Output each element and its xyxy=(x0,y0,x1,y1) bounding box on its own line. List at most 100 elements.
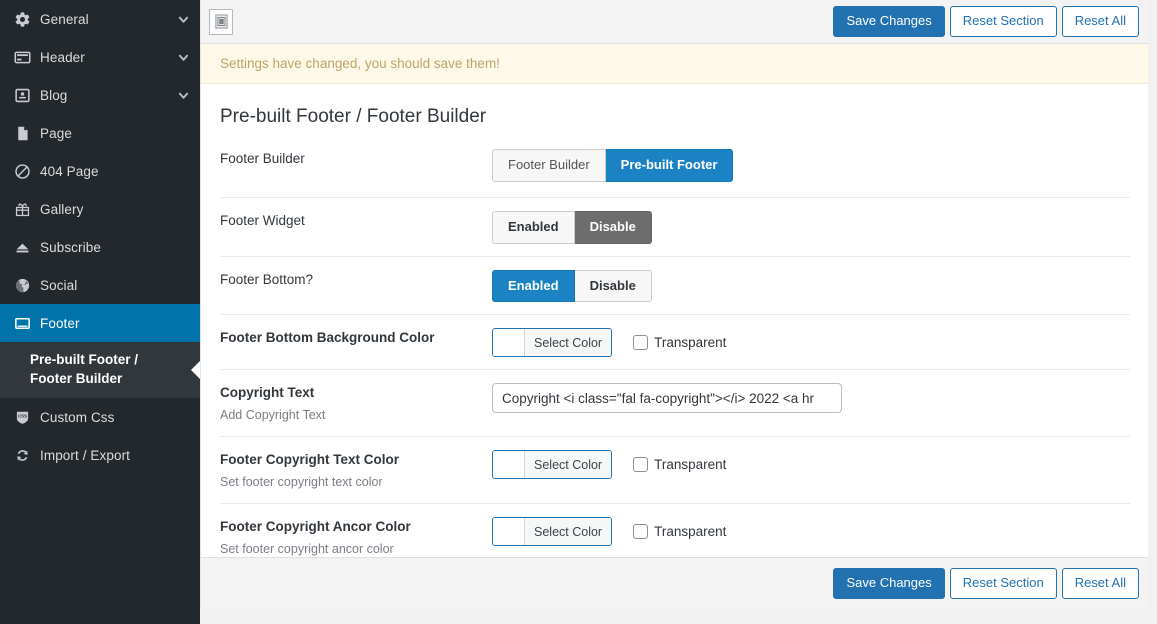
options-panel: Save Changes Reset Section Reset All Set… xyxy=(200,0,1148,609)
sidebar-item-import-export[interactable]: Import / Export xyxy=(0,436,200,474)
color-swatch xyxy=(493,329,525,356)
main-content: Save Changes Reset Section Reset All Set… xyxy=(200,0,1157,624)
sidebar-nav: General Header xyxy=(0,0,200,624)
field-title: Footer Copyright Text Color xyxy=(220,450,492,470)
field-title: Copyright Text xyxy=(220,383,492,403)
checkbox-icon[interactable] xyxy=(633,457,648,472)
chevron-down-icon xyxy=(176,14,190,25)
field-label-col: Footer Bottom Background Color xyxy=(220,326,492,348)
sidebar-item-label: Page xyxy=(40,126,176,141)
option-footer-builder[interactable]: Footer Builder xyxy=(492,149,606,182)
option-disable[interactable]: Disable xyxy=(575,211,652,244)
field-subtitle: Set footer copyright ancor color xyxy=(220,541,492,557)
chevron-down-icon xyxy=(176,90,190,101)
sidebar-item-custom-css[interactable]: CSS Custom Css xyxy=(0,398,200,436)
field-footer-bottom: Footer Bottom? Enabled Disable xyxy=(220,256,1130,315)
sidebar-item-general[interactable]: General xyxy=(0,0,200,38)
sidebar-item-social[interactable]: Social xyxy=(0,266,200,304)
sidebar-item-label: Footer xyxy=(40,316,176,331)
sidebar-item-footer[interactable]: Footer xyxy=(0,304,200,342)
color-picker-footer-copyright-ancor[interactable]: Select Color xyxy=(492,517,612,546)
sidebar-item-header[interactable]: Header xyxy=(0,38,200,76)
footer-icon xyxy=(14,315,40,332)
sync-icon xyxy=(14,447,40,464)
transparent-toggle-footer-copyright-ancor[interactable]: Transparent xyxy=(633,524,726,539)
color-picker-footer-bottom-background[interactable]: Select Color xyxy=(492,328,612,357)
transparent-label: Transparent xyxy=(654,524,726,539)
sidebar-item-label: 404 Page xyxy=(40,164,176,179)
chevron-down-icon xyxy=(176,52,190,63)
field-control-col: Select Color Transparent xyxy=(492,448,1130,479)
transparent-label: Transparent xyxy=(654,335,726,350)
sidebar-item-page[interactable]: Page xyxy=(0,114,200,152)
no-entry-icon xyxy=(14,163,40,180)
option-enabled[interactable]: Enabled xyxy=(492,270,575,303)
field-label-col: Footer Copyright Text Color Set footer c… xyxy=(220,448,492,491)
field-copyright-text: Copyright Text Add Copyright Text xyxy=(220,369,1130,436)
sidebar-item-404-page[interactable]: 404 Page xyxy=(0,152,200,190)
field-footer-copyright-ancor-color: Footer Copyright Ancor Color Set footer … xyxy=(220,503,1130,557)
field-title: Footer Builder xyxy=(220,149,492,169)
sidebar-item-label: Custom Css xyxy=(40,410,176,425)
sidebar-item-label: Social xyxy=(40,278,176,293)
page-icon xyxy=(14,125,40,142)
color-picker-footer-copyright-text[interactable]: Select Color xyxy=(492,450,612,479)
select-color-label: Select Color xyxy=(525,329,611,356)
reset-section-button-top[interactable]: Reset Section xyxy=(950,6,1057,37)
sidebar-subitem-prebuilt-footer-footer-builder[interactable]: Pre-built Footer / Footer Builder xyxy=(0,342,200,398)
field-label-col: Footer Copyright Ancor Color Set footer … xyxy=(220,515,492,557)
reset-all-button-bottom[interactable]: Reset All xyxy=(1062,568,1139,599)
field-subtitle: Set footer copyright text color xyxy=(220,474,492,492)
transparent-toggle-footer-bottom-background[interactable]: Transparent xyxy=(633,335,726,350)
copyright-text-input[interactable] xyxy=(492,383,842,413)
bottom-button-group: Save Changes Reset Section Reset All xyxy=(828,568,1139,599)
field-label-col: Footer Builder xyxy=(220,147,492,169)
option-prebuilt-footer[interactable]: Pre-built Footer xyxy=(606,149,734,182)
reset-section-button-bottom[interactable]: Reset Section xyxy=(950,568,1057,599)
field-subtitle: Add Copyright Text xyxy=(220,407,492,425)
top-button-group: Save Changes Reset Section Reset All xyxy=(828,6,1139,37)
sidebar-item-label: Import / Export xyxy=(40,448,176,463)
field-control-col: Footer Builder Pre-built Footer xyxy=(492,147,1130,182)
field-control-col: Select Color Transparent xyxy=(492,326,1130,357)
field-control-col: Enabled Disable xyxy=(492,268,1130,303)
header-icon xyxy=(14,49,40,66)
field-footer-copyright-text-color: Footer Copyright Text Color Set footer c… xyxy=(220,436,1130,503)
field-title: Footer Bottom Background Color xyxy=(220,328,492,348)
color-swatch xyxy=(493,518,525,545)
sidebar-item-blog[interactable]: Blog xyxy=(0,76,200,114)
transparent-toggle-footer-copyright-text[interactable]: Transparent xyxy=(633,457,726,472)
field-footer-bottom-background-color: Footer Bottom Background Color Select Co… xyxy=(220,314,1130,369)
save-changes-button-bottom[interactable]: Save Changes xyxy=(833,568,944,599)
select-color-label: Select Color xyxy=(525,518,611,545)
save-changes-button-top[interactable]: Save Changes xyxy=(833,6,944,37)
transparent-label: Transparent xyxy=(654,457,726,472)
sidebar-item-label: Blog xyxy=(40,88,176,103)
checkbox-icon[interactable] xyxy=(633,335,648,350)
field-footer-builder: Footer Builder Footer Builder Pre-built … xyxy=(220,145,1130,197)
sidebar-item-gallery[interactable]: Gallery xyxy=(0,190,200,228)
field-control-col: Select Color Transparent xyxy=(492,515,1130,546)
field-footer-widget: Footer Widget Enabled Disable xyxy=(220,197,1130,256)
sidebar-item-label: Header xyxy=(40,50,176,65)
css-shield-icon: CSS xyxy=(14,409,40,426)
field-label-col: Footer Widget xyxy=(220,209,492,231)
eject-icon xyxy=(14,239,40,256)
globe-icon xyxy=(14,277,40,294)
field-control-col: Enabled Disable xyxy=(492,209,1130,244)
blog-icon xyxy=(14,87,40,104)
sidebar-subitem-label: Pre-built Footer / Footer Builder xyxy=(30,352,138,386)
sidebar-item-subscribe[interactable]: Subscribe xyxy=(0,228,200,266)
footer-bottom-buttonset: Enabled Disable xyxy=(492,270,652,303)
option-disable[interactable]: Disable xyxy=(575,270,652,303)
option-enabled[interactable]: Enabled xyxy=(492,211,575,244)
select-color-label: Select Color xyxy=(525,451,611,478)
sidebar-item-label: General xyxy=(40,12,176,27)
settings-body: Pre-built Footer / Footer Builder Footer… xyxy=(201,84,1148,557)
reset-all-button-top[interactable]: Reset All xyxy=(1062,6,1139,37)
gear-icon xyxy=(14,11,40,28)
settings-changed-notice: Settings have changed, you should save t… xyxy=(201,44,1148,84)
expand-layout-icon[interactable] xyxy=(209,9,233,35)
checkbox-icon[interactable] xyxy=(633,524,648,539)
sidebar-item-label: Gallery xyxy=(40,202,176,217)
